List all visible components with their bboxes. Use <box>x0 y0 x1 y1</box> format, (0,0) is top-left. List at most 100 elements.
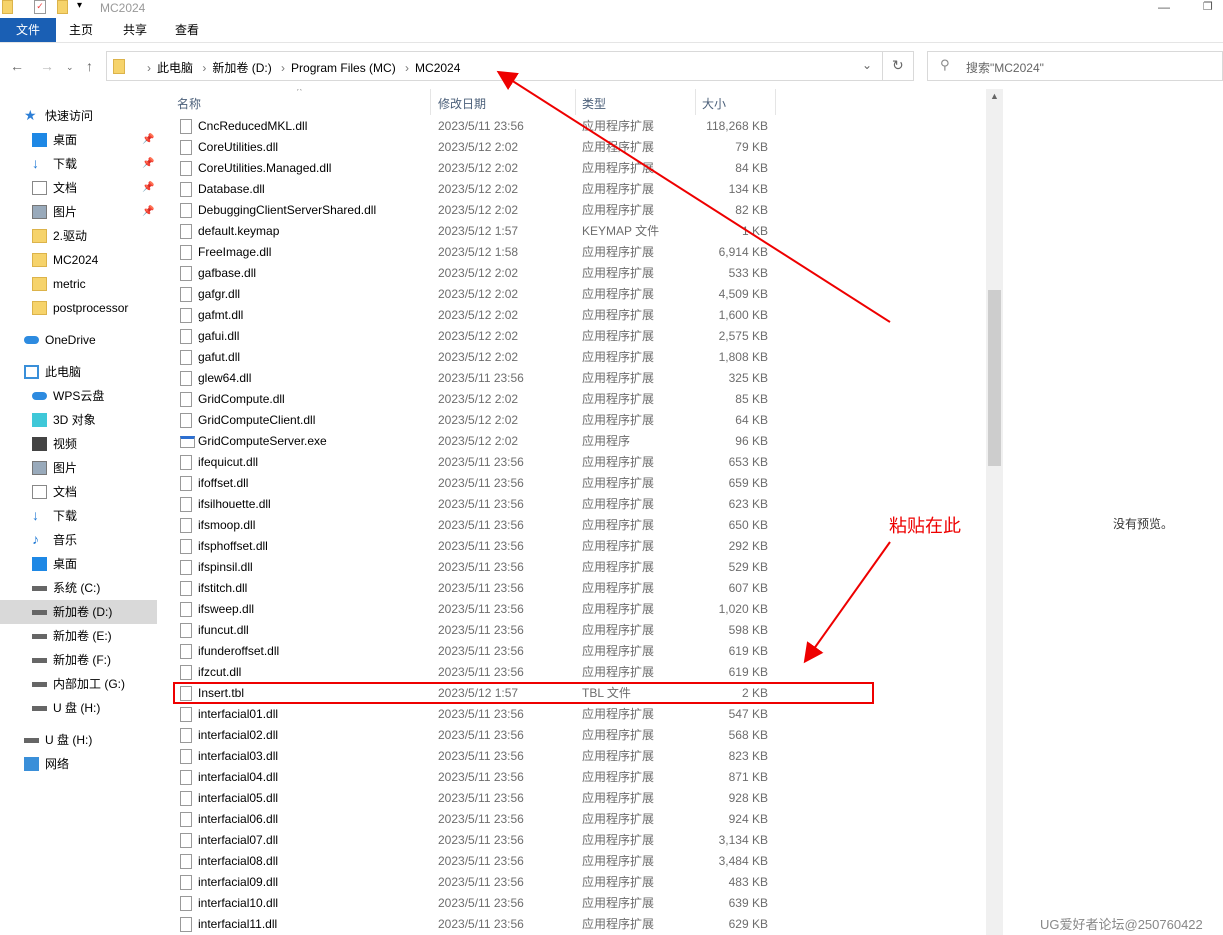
breadcrumb-program-files[interactable]: Program Files (MC) <box>291 61 396 75</box>
file-row[interactable]: FreeImage.dll 2023/5/12 1:58 应用程序扩展 6,914 K… <box>160 242 986 263</box>
sidebar-item[interactable]: 文档 <box>0 480 157 504</box>
sidebar-item[interactable]: postprocessor <box>0 296 157 320</box>
tab-home[interactable]: 主页 <box>56 18 106 42</box>
search-box[interactable]: ⚲ 搜索"MC2024" <box>927 51 1223 81</box>
file-row[interactable]: interfacial10.dll 2023/5/11 23:56 应用程序扩展 63… <box>160 893 986 914</box>
refresh-icon[interactable]: ↻ <box>892 57 904 74</box>
restore-button[interactable]: ❐ <box>1203 0 1213 13</box>
sidebar-item[interactable]: U 盘 (H:) <box>0 696 157 720</box>
column-divider[interactable] <box>430 89 431 115</box>
file-row[interactable]: ifunderoffset.dll 2023/5/11 23:56 应用程序扩展 61… <box>160 641 986 662</box>
file-row[interactable]: interfacial08.dll 2023/5/11 23:56 应用程序扩展 3,… <box>160 851 986 872</box>
sidebar-item[interactable]: 系统 (C:) <box>0 576 157 600</box>
file-row[interactable]: GridComputeServer.exe 2023/5/12 2:02 应用程序 9… <box>160 431 986 452</box>
file-row[interactable]: gafmt.dll 2023/5/12 2:02 应用程序扩展 1,600 KB <box>160 305 986 326</box>
sidebar-item[interactable]: metric <box>0 272 157 296</box>
sidebar-item[interactable]: U 盘 (H:) <box>0 728 157 752</box>
pin-icon[interactable]: 📌 <box>142 152 154 176</box>
column-header-name[interactable]: 名称 <box>177 95 201 112</box>
file-row[interactable]: ifuncut.dll 2023/5/11 23:56 应用程序扩展 598 KB <box>160 620 986 641</box>
scrollbar-thumb[interactable] <box>988 290 1001 466</box>
address-bar[interactable]: › 此电脑 › 新加卷 (D:) › Program Files (MC) › MC20… <box>106 51 914 81</box>
customize-quick-access-icon[interactable]: ▾ <box>77 0 82 11</box>
column-header-size[interactable]: 大小 <box>702 95 726 112</box>
file-row[interactable]: interfacial02.dll 2023/5/11 23:56 应用程序扩展 56… <box>160 725 986 746</box>
breadcrumb-this-pc[interactable]: 此电脑 <box>157 61 193 75</box>
file-row[interactable]: CncReducedMKL.dll 2023/5/11 23:56 应用程序扩展 11… <box>160 116 986 137</box>
file-row[interactable]: GridComputeClient.dll 2023/5/12 2:02 应用程序扩… <box>160 410 986 431</box>
recent-locations-button[interactable]: ⌄ <box>66 62 74 73</box>
sidebar-item[interactable]: 桌面 📌 <box>0 128 157 152</box>
sidebar-item[interactable]: WPS云盘 <box>0 384 157 408</box>
file-row[interactable]: interfacial01.dll 2023/5/11 23:56 应用程序扩展 54… <box>160 704 986 725</box>
file-row[interactable]: interfacial07.dll 2023/5/11 23:56 应用程序扩展 3,… <box>160 830 986 851</box>
sidebar-item[interactable]: ↓ 下载 📌 <box>0 152 157 176</box>
sidebar-item[interactable]: 内部加工 (G:) <box>0 672 157 696</box>
file-row[interactable]: interfacial11.dll 2023/5/11 23:56 应用程序扩展 62… <box>160 914 986 935</box>
forward-button[interactable]: → <box>40 58 54 74</box>
sidebar-item[interactable]: 文档 📌 <box>0 176 157 200</box>
sidebar-item[interactable]: 网络 <box>0 752 157 776</box>
breadcrumb-mc2024[interactable]: MC2024 <box>415 61 460 75</box>
properties-icon[interactable]: ✓ <box>34 0 46 14</box>
sidebar-item[interactable]: 新加卷 (F:) <box>0 648 157 672</box>
column-divider[interactable] <box>775 89 776 115</box>
file-row[interactable]: ifsphoffset.dll 2023/5/11 23:56 应用程序扩展 292 … <box>160 536 986 557</box>
file-row[interactable]: ifsweep.dll 2023/5/11 23:56 应用程序扩展 1,020 KB <box>160 599 986 620</box>
sidebar-item[interactable]: 图片 📌 <box>0 200 157 224</box>
vertical-scrollbar[interactable]: ▲ <box>986 89 1003 935</box>
sidebar-item[interactable]: 新加卷 (D:) <box>0 600 157 624</box>
breadcrumb-drive-d[interactable]: 新加卷 (D:) <box>212 61 271 75</box>
sidebar-item[interactable]: 视频 <box>0 432 157 456</box>
up-button[interactable]: ↑ <box>86 58 93 74</box>
tab-file[interactable]: 文件 <box>0 18 56 42</box>
pin-icon[interactable]: 📌 <box>142 128 154 152</box>
file-row[interactable]: Database.dll 2023/5/12 2:02 应用程序扩展 134 KB <box>160 179 986 200</box>
file-row[interactable]: ifzcut.dll 2023/5/11 23:56 应用程序扩展 619 KB <box>160 662 986 683</box>
scroll-up-icon[interactable]: ▲ <box>990 91 999 101</box>
sidebar-item[interactable]: MC2024 <box>0 248 157 272</box>
sidebar-item[interactable]: 桌面 <box>0 552 157 576</box>
file-row[interactable]: CoreUtilities.dll 2023/5/12 2:02 应用程序扩展 79 … <box>160 137 986 158</box>
file-row[interactable]: ifoffset.dll 2023/5/11 23:56 应用程序扩展 659 KB <box>160 473 986 494</box>
column-divider[interactable] <box>695 89 696 115</box>
file-row[interactable]: interfacial09.dll 2023/5/11 23:56 应用程序扩展 48… <box>160 872 986 893</box>
sidebar-item[interactable]: OneDrive <box>0 328 157 352</box>
file-row[interactable]: gafgr.dll 2023/5/12 2:02 应用程序扩展 4,509 KB <box>160 284 986 305</box>
file-row[interactable]: interfacial05.dll 2023/5/11 23:56 应用程序扩展 92… <box>160 788 986 809</box>
search-input[interactable]: 搜索"MC2024" <box>966 59 1044 76</box>
file-row[interactable]: interfacial03.dll 2023/5/11 23:56 应用程序扩展 82… <box>160 746 986 767</box>
sidebar-item[interactable]: 3D 对象 <box>0 408 157 432</box>
file-row[interactable]: ifsilhouette.dll 2023/5/11 23:56 应用程序扩展 623… <box>160 494 986 515</box>
tab-share[interactable]: 共享 <box>110 18 160 42</box>
pin-icon[interactable]: 📌 <box>142 176 154 200</box>
file-row[interactable]: interfacial04.dll 2023/5/11 23:56 应用程序扩展 87… <box>160 767 986 788</box>
sidebar-item[interactable]: 图片 <box>0 456 157 480</box>
sidebar-item[interactable]: ↓ 下载 <box>0 504 157 528</box>
file-row[interactable]: ifequicut.dll 2023/5/11 23:56 应用程序扩展 653 KB <box>160 452 986 473</box>
sidebar-item[interactable]: 新加卷 (E:) <box>0 624 157 648</box>
sidebar-item[interactable]: ★ 快速访问 <box>0 104 157 128</box>
file-row[interactable]: GridCompute.dll 2023/5/12 2:02 应用程序扩展 85 KB <box>160 389 986 410</box>
column-header-date[interactable]: 修改日期 <box>438 95 486 112</box>
file-row[interactable]: ifsmoop.dll 2023/5/11 23:56 应用程序扩展 650 KB <box>160 515 986 536</box>
pin-icon[interactable]: 📌 <box>142 200 154 224</box>
file-row[interactable]: gafui.dll 2023/5/12 2:02 应用程序扩展 2,575 KB <box>160 326 986 347</box>
file-row[interactable]: interfacial06.dll 2023/5/11 23:56 应用程序扩展 92… <box>160 809 986 830</box>
minimize-button[interactable]: — <box>1158 0 1170 14</box>
file-row[interactable]: glew64.dll 2023/5/11 23:56 应用程序扩展 325 KB <box>160 368 986 389</box>
file-row[interactable]: gafut.dll 2023/5/12 2:02 应用程序扩展 1,808 KB <box>160 347 986 368</box>
new-folder-icon[interactable] <box>57 0 68 14</box>
sidebar-item[interactable]: 此电脑 <box>0 360 157 384</box>
file-row[interactable]: default.keymap 2023/5/12 1:57 KEYMAP 文件 1 K… <box>160 221 986 242</box>
sidebar-item[interactable]: 2.驱动 <box>0 224 157 248</box>
file-row[interactable]: DebuggingClientServerShared.dll 2023/5/12… <box>160 200 986 221</box>
tab-view[interactable]: 查看 <box>162 18 212 42</box>
file-row[interactable]: ifspinsil.dll 2023/5/11 23:56 应用程序扩展 529 KB <box>160 557 986 578</box>
column-header-type[interactable]: 类型 <box>582 95 606 112</box>
column-divider[interactable] <box>575 89 576 115</box>
file-row[interactable]: CoreUtilities.Managed.dll 2023/5/12 2:02 应… <box>160 158 986 179</box>
file-row[interactable]: ifstitch.dll 2023/5/11 23:56 应用程序扩展 607 KB <box>160 578 986 599</box>
back-button[interactable]: ← <box>10 58 24 74</box>
sidebar-item[interactable]: ♪ 音乐 <box>0 528 157 552</box>
